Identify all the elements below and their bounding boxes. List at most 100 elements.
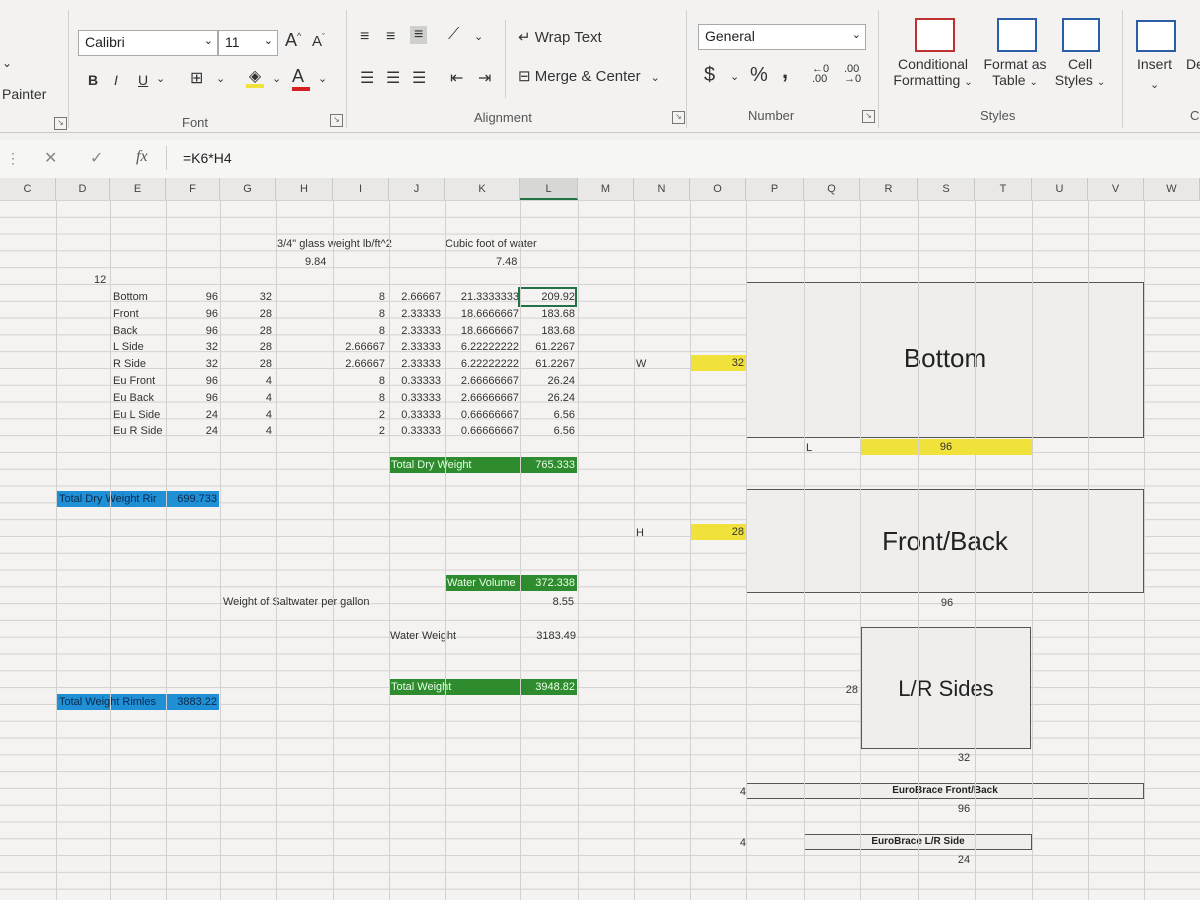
row-k-cell[interactable]: 2.66666667 <box>445 373 519 389</box>
row-j1-cell[interactable] <box>333 339 385 355</box>
row-name-cell[interactable]: Front <box>113 306 139 322</box>
euro-lr-width[interactable]: 24 <box>940 852 988 868</box>
l-label[interactable]: L <box>806 440 812 456</box>
column-header-t[interactable]: T <box>975 178 1032 200</box>
front-back-width[interactable]: 96 <box>920 595 974 611</box>
wrap-text-button[interactable]: ↵ Wrap Text <box>518 28 602 46</box>
row-k-cell[interactable]: 2.66666667 <box>445 390 519 406</box>
row-k-cell[interactable]: 18.6666667 <box>445 323 519 339</box>
fill-color-icon[interactable]: ◈ <box>246 66 264 88</box>
number-launcher-icon[interactable]: ↘ <box>862 110 875 123</box>
row-g-cell[interactable]: 4 <box>220 423 272 439</box>
row-k-cell[interactable]: 6.22222222 <box>445 339 519 355</box>
row-j1-cell[interactable]: 8 <box>333 306 385 322</box>
align-middle-icon[interactable]: ≡ <box>386 28 395 46</box>
chevron-down-icon[interactable]: ⌄ <box>156 72 165 85</box>
active-cell-l6[interactable]: 209.92 <box>518 287 577 307</box>
column-header-p[interactable]: P <box>746 178 804 200</box>
water-header[interactable]: Cubic foot of water <box>445 236 537 252</box>
align-top-icon[interactable]: ≡ <box>360 28 369 46</box>
chevron-down-icon[interactable]: ⌄ <box>272 72 281 85</box>
chevron-down-icon[interactable]: ⌄ <box>318 72 327 85</box>
euro-lr-height[interactable]: 4 <box>718 835 746 851</box>
chevron-down-icon[interactable]: ⌄ <box>474 30 483 43</box>
w-label[interactable]: W <box>636 356 646 372</box>
number-format-dropdown[interactable]: General ⌄ <box>698 24 866 50</box>
glass-weight-value[interactable]: 9.84 <box>305 254 326 270</box>
row-name-cell[interactable]: Bottom <box>113 289 148 305</box>
row-k-cell[interactable]: 6.22222222 <box>445 356 519 372</box>
row-j1-cell[interactable]: 2 <box>333 423 385 439</box>
row-j1-cell[interactable]: 8 <box>333 323 385 339</box>
row-l-cell[interactable]: 61.2267 <box>520 339 575 355</box>
row-j2-cell[interactable]: 2.33333 <box>389 339 441 355</box>
row-name-cell[interactable]: Eu L Side <box>113 407 160 423</box>
row-f-cell[interactable]: 32 <box>166 356 218 372</box>
chevron-down-icon[interactable]: ⌄ <box>1150 78 1159 91</box>
row-f-cell[interactable]: 96 <box>166 390 218 406</box>
saltwater-value[interactable]: 8.55 <box>520 594 574 610</box>
row-j1-cell[interactable]: 2 <box>333 407 385 423</box>
enter-check-icon[interactable]: ✓ <box>90 148 103 168</box>
delete-button[interactable]: De <box>1186 56 1200 72</box>
lr-width[interactable]: 32 <box>940 750 988 766</box>
row-j2-cell[interactable]: 2.33333 <box>389 306 441 322</box>
column-header-q[interactable]: Q <box>804 178 860 200</box>
row-l-cell[interactable]: 61.2267 <box>520 356 575 372</box>
column-header-j[interactable]: J <box>389 178 445 200</box>
bold-button[interactable]: B <box>88 72 98 88</box>
row-f-cell[interactable]: 96 <box>166 323 218 339</box>
column-header-h[interactable]: H <box>276 178 333 200</box>
cell-styles-button[interactable]: Cell Styles ⌄ <box>1050 56 1110 88</box>
column-header-m[interactable]: M <box>578 178 634 200</box>
row-f-cell[interactable]: 96 <box>166 306 218 322</box>
align-left-icon[interactable]: ☰ <box>360 68 374 88</box>
column-header-w[interactable]: W <box>1144 178 1200 200</box>
decrease-decimal-button[interactable]: .00 →0 <box>844 64 872 85</box>
column-header-i[interactable]: I <box>333 178 389 200</box>
row-g-cell[interactable]: 28 <box>220 356 272 372</box>
row-name-cell[interactable]: Eu R Side <box>113 423 163 439</box>
collapse-chevron-icon[interactable]: ⌄ <box>2 56 12 70</box>
column-header-s[interactable]: S <box>918 178 975 200</box>
row-g-cell[interactable]: 28 <box>220 306 272 322</box>
row-k-cell[interactable]: 0.66666667 <box>445 407 519 423</box>
row-name-cell[interactable]: Eu Back <box>113 390 154 406</box>
row-j2-cell[interactable]: 0.33333 <box>389 407 441 423</box>
l-value[interactable]: 96 <box>860 439 1032 455</box>
column-header-e[interactable]: E <box>110 178 166 200</box>
conditional-formatting-button[interactable]: Conditional Formatting ⌄ <box>888 56 978 88</box>
row-j1-cell[interactable]: 8 <box>333 390 385 406</box>
sheet-grid[interactable]: 3/4" glass weight lb/ft^2 9.84 Cubic foo… <box>0 200 1200 900</box>
underline-button[interactable]: U <box>138 72 148 88</box>
insert-function-icon[interactable]: fx <box>136 148 148 166</box>
column-header-g[interactable]: G <box>220 178 276 200</box>
font-name-dropdown[interactable]: Calibri ⌄ <box>78 30 218 56</box>
more-options-icon[interactable]: ⋮ <box>6 150 20 167</box>
row-f-cell[interactable]: 24 <box>166 423 218 439</box>
rimless-dry-weight-row[interactable]: Total Dry Weight Rir 699.733 <box>57 491 219 507</box>
column-header-k[interactable]: K <box>445 178 520 200</box>
water-weight-value[interactable]: 3183.49 <box>520 628 576 644</box>
row-f-cell[interactable]: 32 <box>166 339 218 355</box>
percent-button[interactable]: % <box>750 64 768 87</box>
italic-button[interactable]: I <box>114 72 118 88</box>
row-l-cell[interactable]: 183.68 <box>520 323 575 339</box>
row-f-cell[interactable]: 96 <box>166 289 218 305</box>
alignment-launcher-icon[interactable]: ↘ <box>672 111 685 124</box>
row-j2-cell[interactable]: 0.33333 <box>389 423 441 439</box>
row-name-cell[interactable]: Eu Front <box>113 373 155 389</box>
w-value[interactable]: 32 <box>690 355 746 371</box>
row-l-cell[interactable]: 183.68 <box>520 306 575 322</box>
formula-input[interactable]: =K6*H4 <box>166 146 1197 170</box>
currency-button[interactable]: $ <box>704 64 715 87</box>
row-name-cell[interactable]: R Side <box>113 356 146 372</box>
row-g-cell[interactable]: 4 <box>220 407 272 423</box>
row-j2-cell[interactable]: 2.66667 <box>389 289 441 305</box>
row-l-cell[interactable]: 26.24 <box>520 373 575 389</box>
row-g-cell[interactable]: 28 <box>220 339 272 355</box>
column-header-u[interactable]: U <box>1032 178 1088 200</box>
saltwater-label[interactable]: Weight of Saltwater per gallon <box>223 594 370 610</box>
borders-icon[interactable]: ⊞ <box>190 68 203 88</box>
row-j2-cell[interactable]: 2.33333 <box>389 356 441 372</box>
